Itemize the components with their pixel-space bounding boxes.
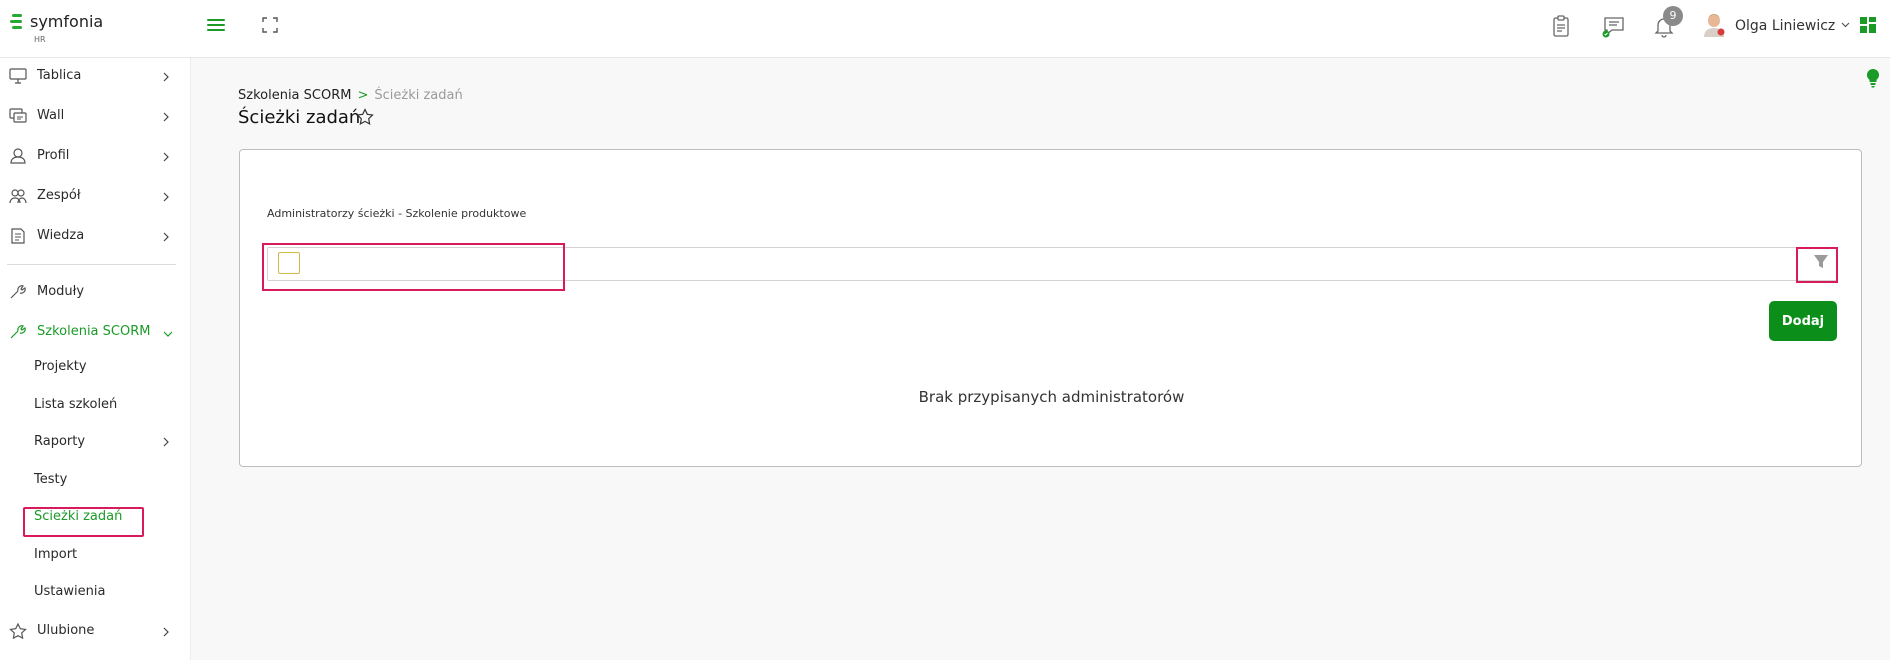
lightbulb-icon[interactable]: [1866, 68, 1880, 88]
sidebar-subitem-label: Import: [34, 547, 78, 562]
highlight-box: [262, 243, 565, 291]
star-icon: [9, 623, 27, 639]
highlight-box: [23, 507, 144, 537]
sidebar-subitem-label: Ustawienia: [34, 584, 106, 599]
sidebar-subitem-label: Lista szkoleń: [34, 397, 118, 412]
wall-icon: [9, 108, 27, 123]
admins-card: Administratorzy ścieżki - Szkolenie prod…: [239, 149, 1862, 467]
favorite-star-icon[interactable]: [356, 108, 374, 126]
sidebar-subitem-label: Testy: [34, 472, 68, 487]
sidebar-subitem-projekty[interactable]: Projekty: [0, 353, 191, 381]
sidebar: Tablica Wall Profil Zespół Wiedza Moduły…: [0, 58, 191, 660]
monitor-icon: [9, 68, 27, 84]
wrench-icon: [10, 325, 26, 339]
chevron-right-icon: [163, 192, 169, 202]
sidebar-item-profil[interactable]: Profil: [0, 140, 191, 172]
chat-icon[interactable]: [1602, 14, 1626, 38]
sidebar-subitem-import[interactable]: Import: [0, 541, 191, 569]
highlight-box: [1796, 247, 1838, 283]
add-button[interactable]: Dodaj: [1769, 301, 1837, 341]
chevron-right-icon: [163, 72, 169, 82]
sidebar-item-wiedza[interactable]: Wiedza: [0, 220, 191, 252]
sidebar-item-ulubione[interactable]: Ulubione: [0, 615, 191, 647]
user-icon: [10, 148, 26, 164]
page-title: Ścieżki zadań: [238, 107, 361, 128]
sidebar-item-label: Wall: [37, 108, 65, 123]
hamburger-icon[interactable]: [207, 17, 225, 33]
sidebar-subitem-lista-szkolen[interactable]: Lista szkoleń: [0, 391, 191, 419]
chevron-right-icon: [163, 627, 169, 637]
sidebar-item-label: Tablica: [37, 68, 82, 83]
team-icon: [9, 189, 27, 204]
sidebar-item-szkolenia-scorm[interactable]: Szkolenia SCORM: [0, 316, 191, 348]
sidebar-item-moduly[interactable]: Moduły: [0, 276, 191, 308]
sidebar-item-label: Profil: [37, 148, 70, 163]
empty-state-text: Brak przypisanych administratorów: [918, 388, 1185, 406]
chevron-right-icon: [163, 112, 169, 122]
chevron-down-icon[interactable]: [1841, 22, 1850, 28]
sidebar-subitem-ustawienia[interactable]: Ustawienia: [0, 578, 191, 606]
logo[interactable]: symfonia HR: [10, 12, 104, 44]
clipboard-icon[interactable]: [1549, 14, 1573, 38]
breadcrumb: Szkolenia SCORM > Ścieżki zadań: [238, 88, 463, 103]
sidebar-item-label: Zespół: [37, 188, 81, 203]
sidebar-item-label: Szkolenia SCORM: [37, 324, 151, 339]
sidebar-item-wall[interactable]: Wall: [0, 100, 191, 132]
sidebar-subitem-raporty[interactable]: Raporty: [0, 428, 191, 456]
logo-mark-icon: [10, 13, 24, 31]
breadcrumb-current: Ścieżki zadań: [374, 88, 463, 103]
sidebar-item-label: Wiedza: [37, 228, 85, 243]
sidebar-item-tablica[interactable]: Tablica: [0, 60, 191, 92]
chevron-down-icon: [163, 331, 173, 337]
sidebar-subitem-testy[interactable]: Testy: [0, 466, 191, 494]
chevron-right-icon: [163, 437, 169, 447]
sidebar-subitem-label: Projekty: [34, 359, 87, 374]
notification-badge: 9: [1663, 6, 1683, 26]
brand-name: symfonia: [30, 12, 104, 31]
sidebar-item-zespol[interactable]: Zespół: [0, 180, 191, 212]
sidebar-item-label: Ulubione: [37, 623, 95, 638]
sidebar-subitem-label: Raporty: [34, 434, 86, 449]
card-label: Administratorzy ścieżki - Szkolenie prod…: [267, 207, 527, 220]
document-icon: [11, 228, 25, 244]
apps-grid-icon[interactable]: [1860, 17, 1876, 33]
user-name[interactable]: Olga Liniewicz: [1735, 18, 1835, 34]
brand-sub: HR: [34, 35, 46, 44]
sidebar-divider: [7, 264, 176, 265]
avatar[interactable]: [1703, 13, 1725, 37]
breadcrumb-parent-link[interactable]: Szkolenia SCORM: [238, 88, 351, 103]
sidebar-item-label: Moduły: [37, 284, 85, 299]
breadcrumb-separator: >: [357, 88, 369, 103]
chevron-right-icon: [163, 232, 169, 242]
top-bar: symfonia HR 9 Olga Liniewicz: [0, 0, 1890, 58]
wrench-icon: [10, 285, 26, 299]
chevron-right-icon: [163, 152, 169, 162]
fullscreen-icon[interactable]: [262, 17, 278, 33]
